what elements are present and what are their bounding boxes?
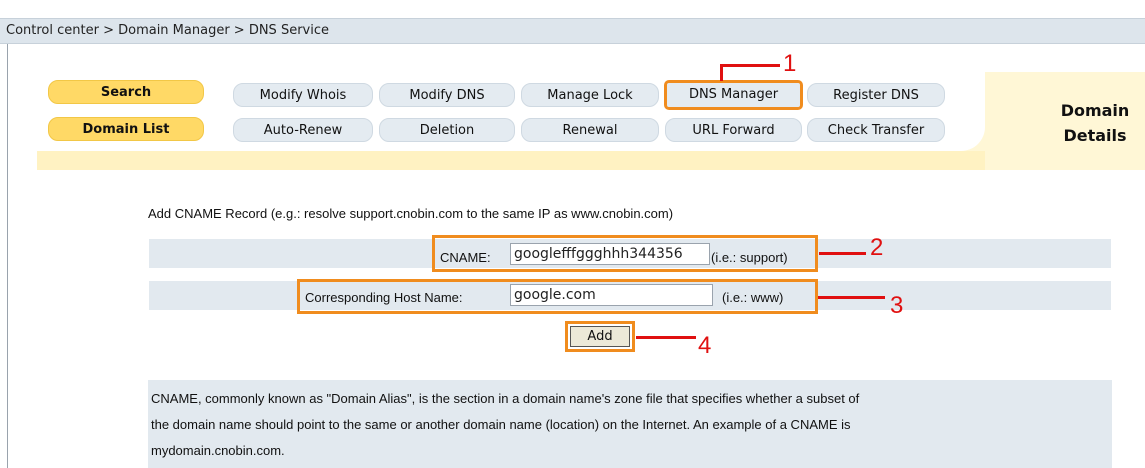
auto-renew-button[interactable]: Auto-Renew	[233, 118, 373, 142]
cname-label: CNAME:	[440, 250, 491, 265]
callout-1: 1	[783, 50, 797, 77]
add-button[interactable]: Add	[570, 326, 630, 347]
domain-details-heading[interactable]: Domain Details	[1045, 98, 1145, 148]
search-button[interactable]: Search	[48, 80, 204, 104]
callout-3-line	[818, 296, 885, 299]
check-transfer-button[interactable]: Check Transfer	[807, 118, 945, 142]
callout-2-line	[819, 252, 866, 255]
modify-dns-button[interactable]: Modify DNS	[379, 83, 515, 107]
modify-whois-button[interactable]: Modify Whois	[233, 83, 373, 107]
manage-lock-button[interactable]: Manage Lock	[521, 83, 659, 107]
callout-4: 4	[698, 332, 712, 359]
callout-3: 3	[890, 292, 904, 319]
form-title: Add CNAME Record (e.g.: resolve support.…	[148, 206, 674, 221]
deletion-button[interactable]: Deletion	[379, 118, 515, 142]
description-line-3: mydomain.cnobin.com.	[151, 443, 285, 458]
renewal-button[interactable]: Renewal	[521, 118, 659, 142]
callout-2: 2	[870, 234, 884, 261]
cname-input[interactable]: googlefffggghhh344356	[510, 243, 710, 265]
callout-1-line	[720, 64, 780, 67]
host-hint: (i.e.: www)	[722, 290, 784, 305]
description-line-1: CNAME, commonly known as "Domain Alias",…	[151, 391, 860, 406]
nav-panel-strip	[37, 151, 985, 170]
url-forward-button[interactable]: URL Forward	[665, 118, 802, 142]
dns-manager-button[interactable]: DNS Manager	[664, 80, 803, 110]
register-dns-button[interactable]: Register DNS	[807, 83, 945, 107]
host-label: Corresponding Host Name:	[305, 290, 463, 305]
callout-4-line	[636, 336, 696, 339]
domain-details-line2: Details	[1063, 126, 1127, 145]
domain-list-button[interactable]: Domain List	[48, 117, 204, 141]
cname-description: CNAME, commonly known as "Domain Alias",…	[148, 380, 1112, 468]
add-button-highlight: Add	[565, 321, 635, 352]
description-line-2: the domain name should point to the same…	[151, 417, 851, 432]
left-divider	[7, 44, 8, 468]
domain-details-line1: Domain	[1060, 101, 1130, 120]
cname-hint: (i.e.: support)	[711, 250, 788, 265]
host-input[interactable]: google.com	[510, 284, 713, 306]
breadcrumb: Control center > Domain Manager > DNS Se…	[0, 18, 1145, 44]
